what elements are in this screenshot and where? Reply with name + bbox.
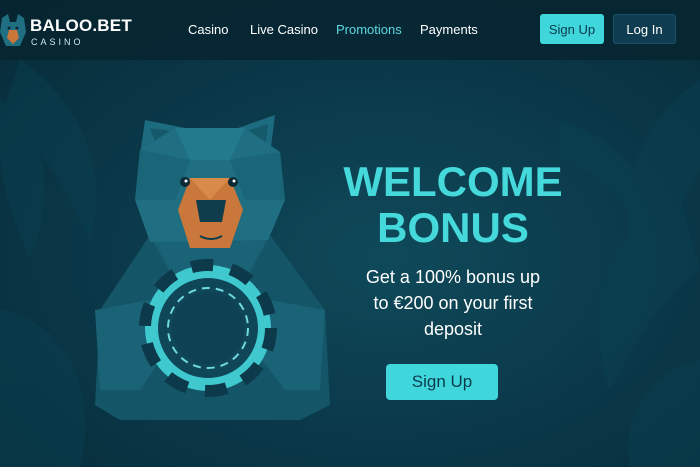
brand-logo[interactable]: BALOO.BET CASINO bbox=[0, 8, 132, 52]
hero-subtitle-line2: to €200 on your first bbox=[373, 293, 533, 313]
hero-subtitle-line3: deposit bbox=[423, 319, 483, 339]
bear-logo-icon bbox=[0, 14, 26, 46]
poker-chip bbox=[139, 259, 277, 397]
hero-subtitle-line1: Get a 100% bonus up bbox=[365, 267, 541, 287]
signup-button-header[interactable]: Sign Up bbox=[540, 14, 604, 44]
brand-name: BALOO.BET bbox=[30, 16, 132, 35]
nav-link-live-casino[interactable]: Live Casino bbox=[250, 22, 318, 37]
nav-link-payments[interactable]: Payments bbox=[420, 22, 478, 37]
hero-title-line1: WELCOME bbox=[343, 158, 563, 205]
nav-link-casino[interactable]: Casino bbox=[188, 22, 228, 37]
nav-link-promotions[interactable]: Promotions bbox=[336, 22, 402, 37]
hero-title-line2: BONUS bbox=[377, 204, 529, 251]
login-button[interactable]: Log In bbox=[613, 14, 676, 44]
brand-subtitle: CASINO bbox=[31, 37, 84, 47]
top-nav-bar: BALOO.BET CASINO Casino Live Casino Prom… bbox=[0, 0, 700, 60]
signup-button-hero[interactable]: Sign Up bbox=[386, 364, 498, 400]
